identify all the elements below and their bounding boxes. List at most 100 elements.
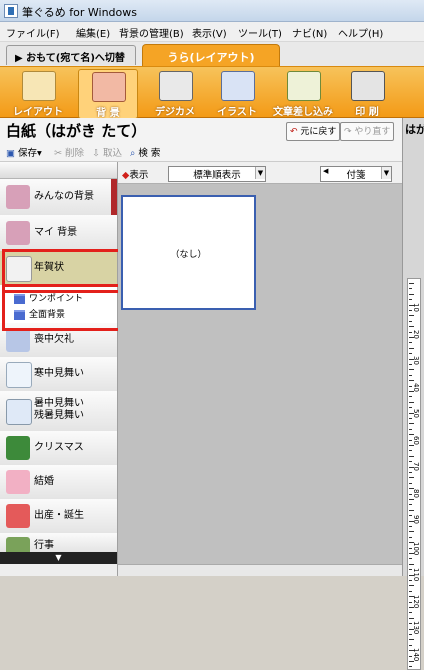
illustration-button[interactable]: イラスト	[208, 69, 266, 118]
undo-button[interactable]: ↶ 元に戻す	[286, 122, 341, 141]
category-label: 結婚	[34, 476, 54, 487]
category-summer[interactable]: 暑中見舞い 残暑見舞い	[0, 391, 117, 432]
birth-icon	[6, 504, 30, 528]
category-birth[interactable]: 出産・誕生	[0, 499, 117, 534]
category-label: 行事	[34, 540, 54, 551]
ruler-number: 120	[412, 594, 420, 608]
tab-back-layout[interactable]: うら(レイアウト)	[142, 44, 280, 66]
menu-help[interactable]: ヘルプ(H)	[338, 25, 383, 40]
search-icon: ⌕	[130, 148, 136, 159]
ruler-tick	[409, 531, 414, 533]
ruler-tick	[409, 612, 412, 614]
ruler-tick	[409, 666, 412, 668]
highlight-subitems	[2, 284, 122, 331]
import-button[interactable]: ⇩ 取込	[92, 145, 122, 159]
ruler-tick	[409, 342, 412, 344]
print-label: 印 刷	[355, 107, 379, 118]
ruler-tick	[409, 353, 412, 355]
sort-value: 標準順表示	[193, 170, 241, 181]
camera-label: デジカメ	[155, 107, 195, 118]
ruler-tick	[409, 380, 414, 382]
category-event[interactable]: 行事	[0, 533, 117, 553]
ruler-number: 80	[412, 488, 420, 498]
ruler-number: 130	[412, 621, 420, 635]
show-toggle[interactable]: ◆表示	[122, 167, 148, 181]
ruler-number: 60	[412, 435, 420, 445]
show-label: 表示	[129, 170, 149, 181]
ruler-tick	[409, 563, 414, 565]
ruler-tick	[409, 315, 414, 317]
mourning-icon	[6, 328, 30, 352]
menu-edit[interactable]: 編集(E)	[76, 25, 110, 40]
ruler-tick	[409, 472, 412, 473]
import-icon: ⇩	[92, 148, 100, 159]
chevron-down-icon: ▼	[255, 167, 265, 179]
ruler-number: 140	[412, 647, 420, 661]
category-label-2: 残暑見舞い	[34, 410, 84, 421]
menu-view[interactable]: 表示(V)	[192, 25, 227, 40]
filter-bar: ◆表示 標準順表示 ▼ ◀ 付箋 ▼	[118, 162, 402, 184]
sidebar-scroll-down[interactable]: ▼	[0, 552, 117, 564]
ruler-tick	[409, 418, 412, 419]
undo-icon: ↶	[290, 127, 298, 137]
summer-card-icon	[6, 399, 32, 425]
ruler-tick	[409, 293, 414, 295]
background-button[interactable]: 背 景	[78, 69, 138, 119]
horizontal-scrollbar[interactable]	[118, 564, 402, 576]
app-icon	[4, 4, 18, 18]
sidebar-scroll-up[interactable]	[0, 162, 117, 179]
camera-button[interactable]: デジカメ	[146, 69, 204, 118]
camera-icon	[159, 71, 193, 101]
category-winter[interactable]: 寒中見舞い	[0, 357, 117, 392]
ruler-tick	[409, 558, 412, 560]
category-my-background[interactable]: マイ 背景	[0, 215, 117, 252]
save-button[interactable]: ▣ 保存▾	[6, 145, 42, 159]
ruler-tick	[409, 283, 414, 284]
text-insert-label: 文章差し込み	[273, 107, 333, 118]
ruler-tick	[409, 639, 414, 641]
ruler-tick	[409, 644, 412, 646]
ruler-tick	[409, 504, 412, 506]
redo-button[interactable]: ↷ やり直す	[340, 122, 395, 141]
menu-background-manage[interactable]: 背景の管理(B)	[119, 25, 184, 40]
layout-button[interactable]: レイアウト	[8, 69, 68, 118]
menu-file[interactable]: ファイル(F)	[6, 25, 60, 40]
action-bar: ▣ 保存▾ ✂ 削除 ⇩ 取込 ⌕ 検 索	[0, 142, 402, 162]
delete-label: 削除	[65, 148, 85, 159]
tab-front-switch[interactable]: ▶ おもて(宛て名)へ切替	[6, 45, 136, 65]
ruler-number: 40	[412, 382, 420, 392]
print-button[interactable]: 印 刷	[338, 69, 396, 118]
ruler-tick	[409, 585, 414, 587]
category-marker	[111, 179, 117, 215]
redo-label: やり直す	[354, 127, 391, 137]
ruler-tick	[409, 455, 414, 457]
tag-select[interactable]: ◀ 付箋 ▼	[320, 166, 392, 182]
right-panel: はが 10 20 30 40 50 60 70 80 90 100 110 120 130 140	[402, 118, 424, 670]
menu-navi[interactable]: ナビ(N)	[292, 25, 327, 40]
illustration-icon	[221, 71, 255, 101]
background-thumbnail-none[interactable]: （なし）	[121, 195, 256, 310]
ruler-tick	[409, 299, 412, 301]
ruler-tick	[409, 423, 414, 425]
ruler-tick	[409, 401, 414, 403]
event-icon	[6, 537, 30, 552]
delete-button[interactable]: ✂ 削除	[54, 145, 84, 159]
menu-tools[interactable]: ツール(T)	[238, 25, 282, 40]
text-insert-button[interactable]: 文章差し込み	[270, 69, 336, 118]
import-label: 取込	[103, 148, 123, 159]
main-toolbar: レイアウト 背 景 デジカメ イラスト 文章差し込み 印 刷	[0, 66, 424, 119]
page-title: 白紙（はがき たて）	[6, 122, 147, 140]
category-minna[interactable]: みんなの背景	[0, 179, 117, 216]
ruler-number: 20	[412, 329, 420, 339]
category-label: クリスマス	[34, 442, 84, 453]
sort-select[interactable]: 標準順表示 ▼	[168, 166, 266, 182]
ruler-tick	[409, 499, 414, 500]
search-button[interactable]: ⌕ 検 索	[130, 145, 160, 159]
vertical-ruler: 10 20 30 40 50 60 70 80 90 100 110 120 130 140	[407, 278, 421, 670]
category-wedding[interactable]: 結婚	[0, 465, 117, 500]
category-christmas[interactable]: クリスマス	[0, 431, 117, 466]
background-icon	[92, 72, 126, 102]
ruler-tick	[409, 617, 414, 619]
category-label: 出産・誕生	[34, 510, 84, 521]
printer-icon	[351, 71, 385, 101]
